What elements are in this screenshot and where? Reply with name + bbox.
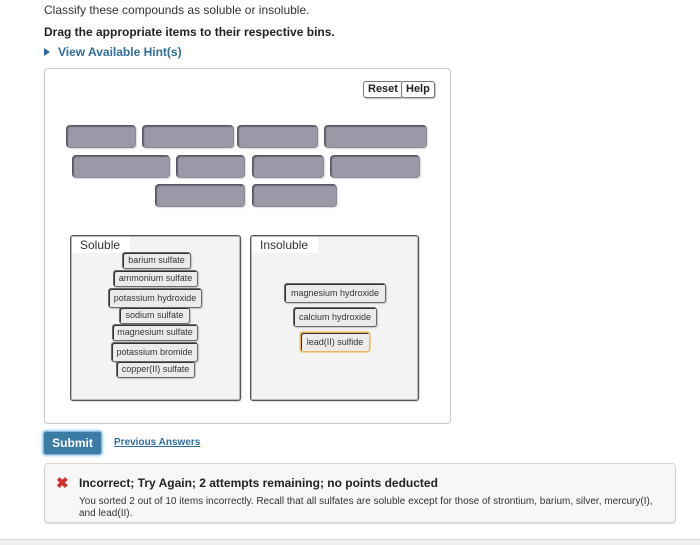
triangle-right-icon [44, 48, 50, 56]
empty-slot[interactable] [252, 155, 324, 178]
feedback-panel: ✖ Incorrect; Try Again; 2 attempts remai… [44, 463, 676, 523]
empty-slot[interactable] [324, 125, 427, 148]
bin-label: Insoluble [252, 237, 319, 253]
draggable-item[interactable]: magnesium hydroxide [284, 283, 386, 303]
draggable-item[interactable]: magnesium sulfate [112, 324, 198, 341]
empty-slot[interactable] [66, 125, 136, 148]
previous-answers-link[interactable]: Previous Answers [114, 437, 200, 448]
empty-slot[interactable] [155, 184, 245, 207]
draggable-item[interactable]: potassium hydroxide [108, 288, 202, 308]
draggable-item[interactable]: barium sulfate [122, 252, 191, 269]
empty-slot[interactable] [72, 155, 170, 178]
page-bottom-divider [0, 539, 700, 545]
draggable-item[interactable]: calcium hydroxide [293, 307, 377, 327]
feedback-title: Incorrect; Try Again; 2 attempts remaini… [79, 476, 438, 490]
view-hints-link[interactable]: View Available Hint(s) [44, 45, 182, 59]
empty-slot[interactable] [142, 125, 234, 148]
empty-slot[interactable] [330, 155, 420, 178]
reset-button[interactable]: Reset [363, 81, 403, 98]
draggable-item[interactable]: sodium sulfate [119, 307, 190, 324]
feedback-message: You sorted 2 out of 10 items incorrectly… [79, 496, 653, 519]
draggable-item[interactable]: ammonium sulfate [113, 270, 198, 287]
empty-slot[interactable] [252, 184, 337, 207]
drag-instruction: Drag the appropriate items to their resp… [44, 25, 335, 39]
hint-link-label: View Available Hint(s) [58, 45, 182, 59]
x-icon: ✖ [56, 475, 69, 492]
draggable-item[interactable]: copper(II) sulfate [116, 361, 195, 378]
draggable-item-selected[interactable]: lead(II) sulfide [300, 332, 370, 352]
submit-button[interactable]: Submit [43, 431, 102, 455]
empty-slot[interactable] [237, 125, 318, 148]
instruction-text: Classify these compounds as soluble or i… [44, 3, 310, 17]
help-button[interactable]: Help [401, 81, 435, 98]
empty-slot[interactable] [176, 155, 245, 178]
draggable-item[interactable]: potassium bromide [111, 342, 198, 362]
bin-label: Soluble [72, 237, 131, 253]
